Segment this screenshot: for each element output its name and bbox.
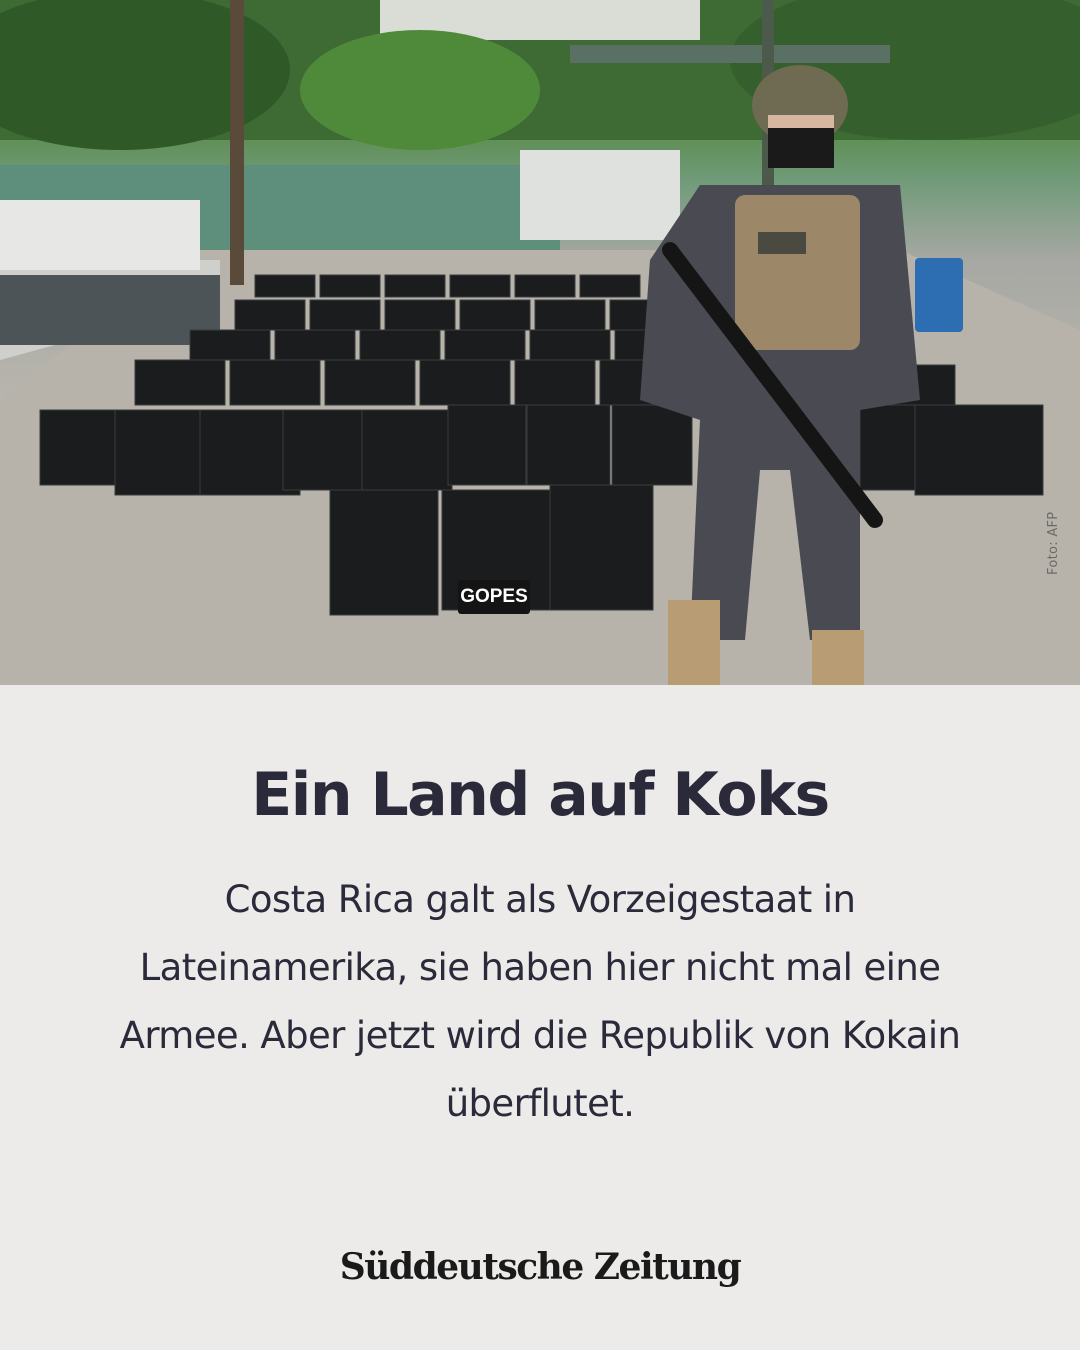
photo-credit: Foto: AFP xyxy=(1046,511,1061,575)
hero-photo: GOPES Foto: AFP xyxy=(0,0,1080,685)
gopes-sign: GOPES xyxy=(458,580,530,614)
sz-logo: Süddeutsche Zeitung xyxy=(339,1246,742,1288)
teaser-text: Costa Rica galt als Vorzeigestaat in Lat… xyxy=(119,878,961,1125)
photo-illustration xyxy=(0,0,1080,685)
headline: Ein Land auf Koks xyxy=(251,760,830,830)
